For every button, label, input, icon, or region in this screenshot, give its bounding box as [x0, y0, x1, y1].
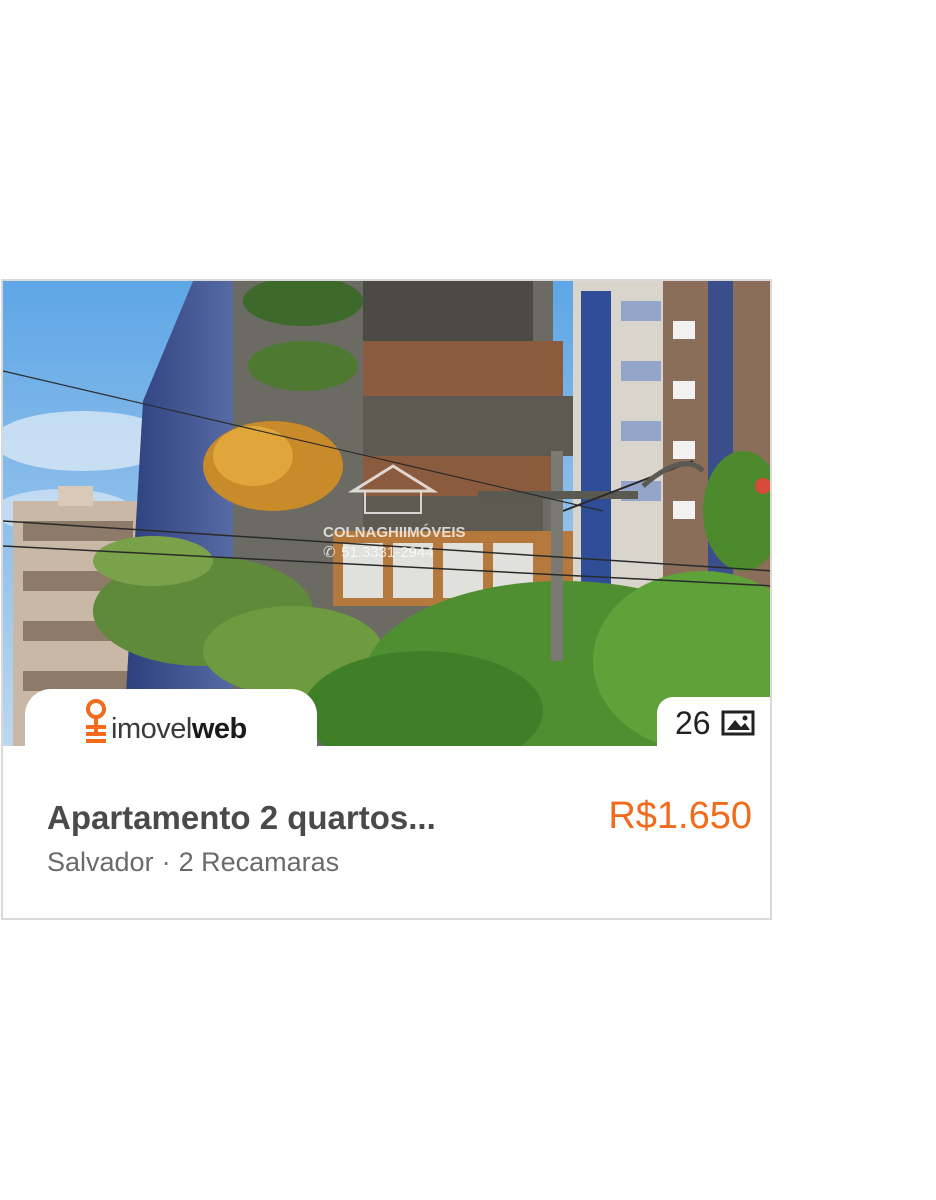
key-pin-icon [86, 699, 106, 743]
listing-city: Salvador [47, 847, 154, 877]
image-icon [721, 710, 755, 736]
listing-card[interactable]: COLNAGHIIMÓVEIS ✆ 51.3331-2944 imovelweb… [1, 279, 772, 920]
listing-photo[interactable]: COLNAGHIIMÓVEIS ✆ 51.3331-2944 [3, 281, 770, 746]
listing-title[interactable]: Apartamento 2 quartos... [47, 799, 436, 837]
photo-watermark-phone: 51.3331-2944 [341, 544, 434, 561]
listing-price: R$1.650 [608, 795, 752, 837]
brand-logo-badge: imovelweb [25, 689, 317, 759]
photo-watermark: COLNAGHIIMÓVEIS [323, 523, 466, 541]
listing-bedrooms: 2 Recamaras [178, 847, 340, 877]
brand-logo-text: imovelweb [111, 712, 247, 745]
photo-count-badge[interactable]: 26 [657, 697, 770, 749]
photo-watermark-phone-icon: ✆ [323, 544, 336, 561]
brand-logo-light: imovel [111, 712, 192, 745]
photo-count: 26 [675, 704, 711, 741]
brand-logo-bold: web [191, 712, 247, 745]
building-photo-image: COLNAGHIIMÓVEIS ✆ 51.3331-2944 [3, 281, 770, 746]
listing-separator: · [161, 847, 171, 877]
listing-subtitle: Salvador · 2 Recamaras [47, 847, 339, 878]
